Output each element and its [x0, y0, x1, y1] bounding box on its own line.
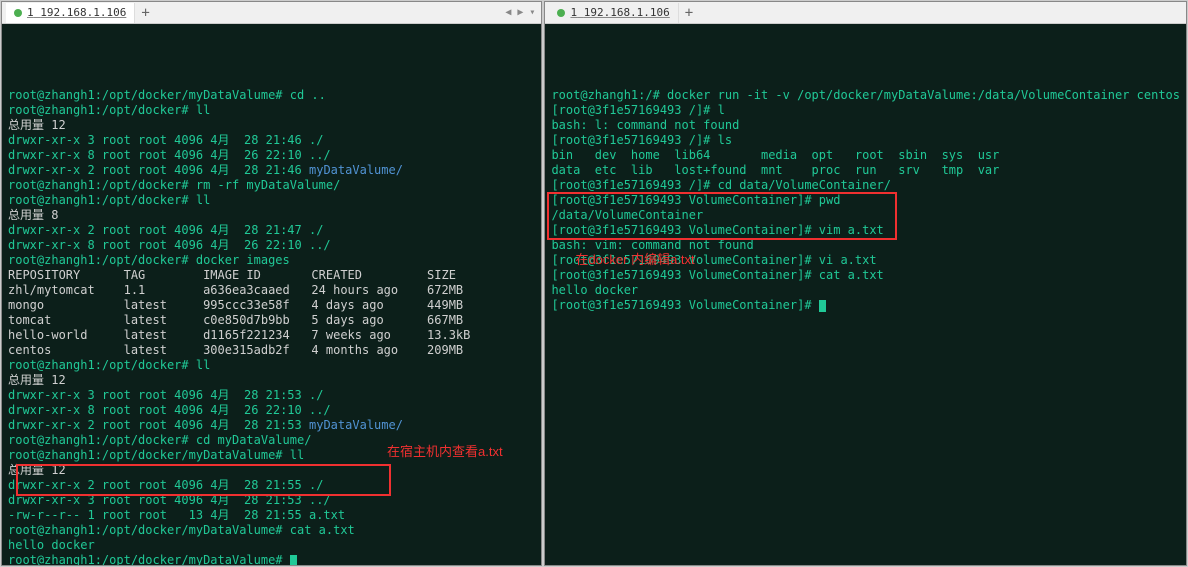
terminal-line: data etc lib lost+found mnt proc run srv… [551, 163, 1180, 178]
terminal-line: drwxr-xr-x 2 root root 4096 4月 28 21:55 … [8, 478, 535, 493]
terminal-line: [root@3f1e57169493 VolumeContainer]# pwd [551, 193, 1180, 208]
status-dot-icon [557, 9, 565, 17]
terminal-line: [root@3f1e57169493 VolumeContainer]# [551, 298, 1180, 313]
terminal-line: [root@3f1e57169493 VolumeContainer]# vim… [551, 223, 1180, 238]
terminal-line: [root@3f1e57169493 /]# l [551, 103, 1180, 118]
terminal-line: 总用量 12 [8, 118, 535, 133]
left-terminal[interactable]: 在宿主机内查看a.txt root@zhangh1:/opt/docker/my… [2, 24, 541, 565]
terminal-line: [root@3f1e57169493 /]# ls [551, 133, 1180, 148]
terminal-line: REPOSITORY TAG IMAGE ID CREATED SIZE [8, 268, 535, 283]
left-tab-1[interactable]: 1 192.168.1.106 [6, 3, 135, 23]
terminal-line: tomcat latest c0e850d7b9bb 5 days ago 66… [8, 313, 535, 328]
status-dot-icon [14, 9, 22, 17]
terminal-line: drwxr-xr-x 2 root root 4096 4月 28 21:46 … [8, 163, 535, 178]
annotation-left: 在宿主机内查看a.txt [387, 444, 503, 459]
terminal-line: drwxr-xr-x 3 root root 4096 4月 28 21:46 … [8, 133, 535, 148]
terminal-line: root@zhangh1:/opt/docker/myDataValume# c… [8, 523, 535, 538]
terminal-line: [root@3f1e57169493 VolumeContainer]# cat… [551, 268, 1180, 283]
terminal-line: root@zhangh1:/opt/docker# docker images [8, 253, 535, 268]
terminal-line: drwxr-xr-x 2 root root 4096 4月 28 21:53 … [8, 418, 535, 433]
terminal-line: bash: l: command not found [551, 118, 1180, 133]
terminal-line: hello docker [551, 283, 1180, 298]
terminal-line: bin dev home lib64 media opt root sbin s… [551, 148, 1180, 163]
terminal-line: [root@3f1e57169493 /]# cd data/VolumeCon… [551, 178, 1180, 193]
terminal-line: bash: vim: command not found [551, 238, 1180, 253]
terminal-line: root@zhangh1:/opt/docker/myDataValume# c… [8, 88, 535, 103]
terminal-line: drwxr-xr-x 8 root root 4096 4月 26 22:10 … [8, 148, 535, 163]
terminal-line: hello-world latest d1165f221234 7 weeks … [8, 328, 535, 343]
terminal-line: root@zhangh1:/opt/docker# ll [8, 358, 535, 373]
terminal-line: 总用量 12 [8, 463, 535, 478]
tab-title: 1 192.168.1.106 [27, 6, 126, 19]
left-tab-bar: 1 192.168.1.106 + ◀ ▶ ▾ [2, 2, 541, 24]
terminal-line: root@zhangh1:/opt/docker# rm -rf myDataV… [8, 178, 535, 193]
terminal-line: hello docker [8, 538, 535, 553]
tab-nav-arrows[interactable]: ◀ ▶ ▾ [505, 7, 535, 18]
add-tab-button[interactable]: + [679, 5, 699, 21]
tab-title: 1 192.168.1.106 [570, 6, 669, 19]
terminal-line: root@zhangh1:/opt/docker# ll [8, 193, 535, 208]
terminal-line: root@zhangh1:/opt/docker# ll [8, 103, 535, 118]
add-tab-button[interactable]: + [135, 5, 155, 21]
terminal-line: centos latest 300e315adb2f 4 months ago … [8, 343, 535, 358]
terminal-line: drwxr-xr-x 8 root root 4096 4月 26 22:10 … [8, 238, 535, 253]
terminal-line: drwxr-xr-x 3 root root 4096 4月 28 21:53 … [8, 388, 535, 403]
right-tab-1[interactable]: 1 192.168.1.106 [549, 3, 678, 23]
terminal-line: 总用量 12 [8, 373, 535, 388]
left-pane: 1 192.168.1.106 + ◀ ▶ ▾ 在宿主机内查看a.txt roo… [1, 1, 542, 566]
terminal-line: root@zhangh1:/# docker run -it -v /opt/d… [551, 88, 1180, 103]
terminal-line: root@zhangh1:/opt/docker/myDataValume# [8, 553, 535, 565]
right-terminal[interactable]: 在docker 内编辑a.txt root@zhangh1:/# docker … [545, 24, 1186, 565]
terminal-line: drwxr-xr-x 2 root root 4096 4月 28 21:47 … [8, 223, 535, 238]
right-pane: 1 192.168.1.106 + 在docker 内编辑a.txt root@… [544, 1, 1187, 566]
terminal-line: zhl/mytomcat 1.1 a636ea3caaed 24 hours a… [8, 283, 535, 298]
annotation-right: 在docker 内编辑a.txt [575, 252, 694, 267]
terminal-line: -rw-r--r-- 1 root root 13 4月 28 21:55 a.… [8, 508, 535, 523]
terminal-line: mongo latest 995ccc33e58f 4 days ago 449… [8, 298, 535, 313]
terminal-line: 总用量 8 [8, 208, 535, 223]
cursor-icon [290, 555, 297, 565]
terminal-line: drwxr-xr-x 8 root root 4096 4月 26 22:10 … [8, 403, 535, 418]
right-tab-bar: 1 192.168.1.106 + [545, 2, 1186, 24]
cursor-icon [819, 300, 826, 312]
terminal-line: drwxr-xr-x 3 root root 4096 4月 28 21:53 … [8, 493, 535, 508]
terminal-line: /data/VolumeContainer [551, 208, 1180, 223]
